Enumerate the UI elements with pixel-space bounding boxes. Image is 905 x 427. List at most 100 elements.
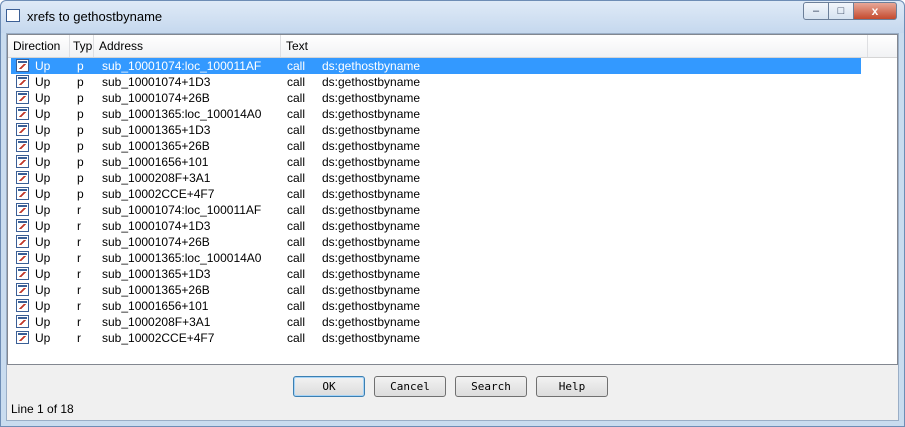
xref-icon [16,139,29,152]
cell-address: sub_10001074+26B [102,91,210,105]
table-row[interactable]: Up r sub_10002CCE+4F7 call ds:gethostbyname [11,330,861,346]
cell-text-instruction: call [287,331,306,345]
xref-icon [16,91,29,104]
cell-text-operand: ds:gethostbyname [322,283,421,297]
cell-text-operand: ds:gethostbyname [322,107,421,121]
table-row[interactable]: Up r sub_10001365:loc_100014A0 call ds:getho… [11,250,861,266]
caption-buttons: – □ x [803,2,897,21]
cell-text-instruction: call [287,283,306,297]
cell-text-instruction: call [287,91,306,105]
table-row[interactable]: Up r sub_10001074+26B call ds:gethostbyname [11,234,861,250]
cell-address: sub_10001074:loc_100011AF [102,203,262,217]
column-header-address[interactable]: Address [94,35,281,57]
xref-icon [16,299,29,312]
table-row[interactable]: Up p sub_10001656+101 call ds:gethostbyname [11,154,861,170]
table-row[interactable]: Up r sub_10001656+101 call ds:gethostbyname [11,298,861,314]
title-bar[interactable]: xrefs to gethostbyname – □ x [1,1,904,33]
cell-address: sub_10001074+26B [102,235,210,249]
table-row[interactable]: Up p sub_10001365+1D3 call ds:gethostbyname [11,122,861,138]
cell-address: sub_1000208F+3A1 [102,315,211,329]
cancel-button[interactable]: Cancel [374,376,446,397]
cell-text-instruction: call [287,203,306,217]
xref-icon [16,219,29,232]
table-row[interactable]: Up p sub_10001365:loc_100014A0 call ds:getho… [11,106,861,122]
cell-text-instruction: call [287,251,306,265]
table-row[interactable]: Up r sub_10001074+1D3 call ds:gethostbyname [11,218,861,234]
cell-text-instruction: call [287,299,306,313]
table-row[interactable]: Up r sub_10001365+26B call ds:gethostbyname [11,282,861,298]
cell-text-operand: ds:gethostbyname [322,155,421,169]
cell-text-instruction: call [287,219,306,233]
cell-direction: Up [35,219,51,233]
cell-address: sub_10001656+101 [102,299,209,313]
cell-text-instruction: call [287,139,306,153]
cell-type: p [77,139,84,153]
help-button[interactable]: Help [536,376,608,397]
cell-text-instruction: call [287,315,306,329]
cell-direction: Up [35,139,51,153]
cell-text-operand: ds:gethostbyname [322,267,421,281]
cell-text-instruction: call [287,75,306,89]
xref-icon [16,331,29,344]
cell-direction: Up [35,235,51,249]
cell-text-operand: ds:gethostbyname [322,75,421,89]
cell-type: r [77,251,81,265]
search-button-label: Search [471,380,511,393]
status-line: Line 1 of 18 [11,402,74,416]
cell-direction: Up [35,299,51,313]
table-row[interactable]: Up p sub_10001365+26B call ds:gethostbyname [11,138,861,154]
cell-direction: Up [35,315,51,329]
column-header-direction[interactable]: Direction [8,35,70,57]
cell-text-operand: ds:gethostbyname [322,123,421,137]
cell-type: r [77,299,81,313]
minimize-button[interactable]: – [803,2,829,20]
window-app-icon [6,9,20,22]
xref-icon [16,203,29,216]
cell-direction: Up [35,75,51,89]
table-row[interactable]: Up r sub_10001074:loc_100011AF call ds:getho… [11,202,861,218]
table-row[interactable]: Up p sub_10001074:loc_100011AF call ds:getho… [11,58,861,74]
cell-address: sub_10001074+1D3 [102,219,211,233]
cell-direction: Up [35,203,51,217]
column-header-text[interactable]: Text [281,35,868,57]
dialog-client-area: Direction Typ Address Text Up p sub_100010… [6,33,899,421]
xref-icon [16,283,29,296]
table-row[interactable]: Up p sub_10001074+1D3 call ds:gethostbyname [11,74,861,90]
table-row[interactable]: Up p sub_10001074+26B call ds:gethostbyname [11,90,861,106]
table-row[interactable]: Up r sub_1000208F+3A1 call ds:gethostbyname [11,314,861,330]
cell-address: sub_10001365:loc_100014A0 [102,107,262,121]
cell-direction: Up [35,123,51,137]
cell-type: r [77,283,81,297]
xref-icon [16,235,29,248]
xrefs-list[interactable]: Direction Typ Address Text Up p sub_100010… [7,34,898,365]
cell-direction: Up [35,91,51,105]
table-row[interactable]: Up p sub_1000208F+3A1 call ds:gethostbyname [11,170,861,186]
cell-address: sub_1000208F+3A1 [102,171,211,185]
close-button[interactable]: x [854,2,897,20]
close-icon: x [871,4,879,18]
cell-text-instruction: call [287,59,306,73]
search-button[interactable]: Search [455,376,527,397]
ok-button[interactable]: OK [293,376,365,397]
cell-text-operand: ds:gethostbyname [322,331,421,345]
cell-text-instruction: call [287,107,306,121]
table-row[interactable]: Up r sub_10001365+1D3 call ds:gethostbyname [11,266,861,282]
cell-text-operand: ds:gethostbyname [322,203,421,217]
cell-type: p [77,91,84,105]
cell-direction: Up [35,187,51,201]
cell-address: sub_10002CCE+4F7 [102,187,215,201]
maximize-button[interactable]: □ [829,2,854,20]
cell-direction: Up [35,331,51,345]
cell-type: r [77,219,81,233]
column-header-type[interactable]: Typ [70,35,94,57]
xref-icon [16,123,29,136]
cell-type: r [77,267,81,281]
cancel-button-label: Cancel [390,380,430,393]
table-row[interactable]: Up p sub_10002CCE+4F7 call ds:gethostbyname [11,186,861,202]
cell-text-operand: ds:gethostbyname [322,171,421,185]
cell-type: p [77,155,84,169]
cell-text-operand: ds:gethostbyname [322,187,421,201]
cell-text-operand: ds:gethostbyname [322,251,421,265]
help-button-label: Help [558,380,586,393]
cell-text-instruction: call [287,123,306,137]
